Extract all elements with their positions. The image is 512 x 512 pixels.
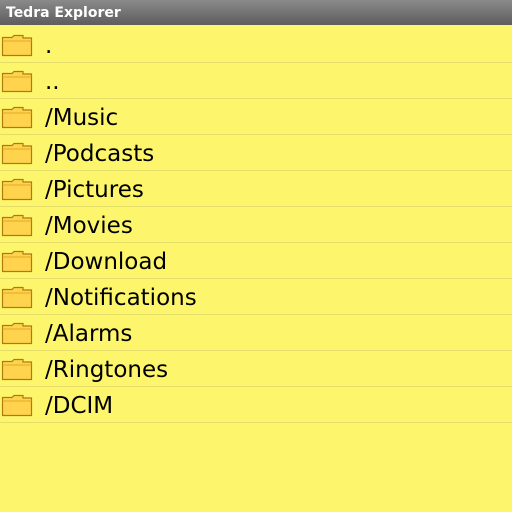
list-item-podcasts[interactable]: /Podcasts [0, 135, 512, 171]
list-item-label: /Alarms [45, 321, 133, 347]
folder-icon [1, 70, 33, 93]
list-item-label: .. [45, 69, 60, 95]
list-item-alarms[interactable]: /Alarms [0, 315, 512, 351]
list-item-music[interactable]: /Music [0, 99, 512, 135]
list-item-ringtones[interactable]: /Ringtones [0, 351, 512, 387]
list-item-notifications[interactable]: /Notifications [0, 279, 512, 315]
list-item-label: /DCIM [45, 393, 114, 419]
list-item-parent-dir[interactable]: .. [0, 63, 512, 99]
list-item-current-dir[interactable]: . [0, 27, 512, 63]
folder-icon [1, 250, 33, 273]
directory-list: . .. /Music /Podcasts /Pictures /Movies … [0, 27, 512, 423]
list-item-label: /Download [45, 249, 168, 275]
folder-icon [1, 358, 33, 381]
title-bar: Tedra Explorer [0, 0, 512, 25]
folder-icon [1, 322, 33, 345]
folder-icon [1, 106, 33, 129]
folder-icon [1, 34, 33, 57]
list-item-download[interactable]: /Download [0, 243, 512, 279]
folder-icon [1, 178, 33, 201]
folder-icon [1, 142, 33, 165]
list-item-label: /Ringtones [45, 357, 169, 383]
list-item-label: /Movies [45, 213, 133, 239]
list-item-label: /Pictures [45, 177, 144, 203]
list-item-label: . [45, 33, 53, 59]
list-item-pictures[interactable]: /Pictures [0, 171, 512, 207]
list-item-label: /Podcasts [45, 141, 155, 167]
folder-icon [1, 394, 33, 417]
list-item-movies[interactable]: /Movies [0, 207, 512, 243]
folder-icon [1, 286, 33, 309]
list-item-label: /Notifications [45, 285, 197, 311]
list-item-label: /Music [45, 105, 119, 131]
folder-icon [1, 214, 33, 237]
app-title: Tedra Explorer [6, 4, 121, 21]
list-item-dcim[interactable]: /DCIM [0, 387, 512, 423]
